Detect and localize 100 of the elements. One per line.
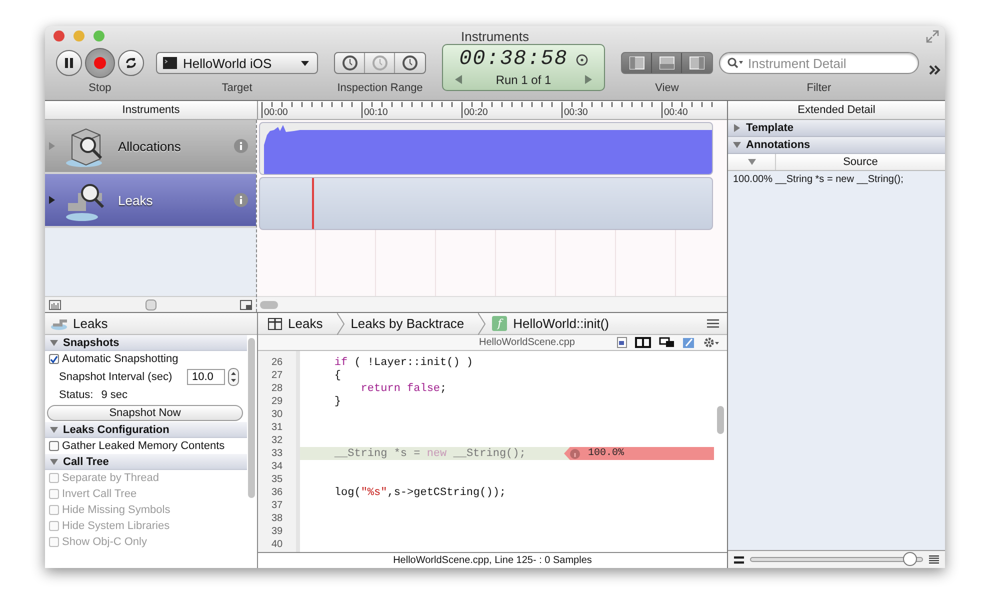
scrollbar-thumb[interactable]	[260, 300, 278, 308]
instrument-name: Leaks	[118, 192, 154, 208]
line-number: 34	[270, 460, 284, 473]
scrollbar-thumb[interactable]	[717, 406, 724, 434]
info-icon[interactable]	[234, 193, 248, 207]
line-number: 26	[270, 356, 284, 369]
collapse-triangle-icon	[50, 426, 58, 434]
file-icon[interactable]	[617, 337, 627, 348]
menu-icon[interactable]	[707, 319, 719, 328]
clock-icon	[402, 55, 418, 71]
collapse-triangle-icon	[748, 158, 756, 166]
target-popup[interactable]: HelloWorld iOS	[156, 52, 318, 74]
loop-button[interactable]	[118, 50, 144, 76]
fullscreen-icon[interactable]	[926, 30, 939, 43]
gear-icon[interactable]	[703, 337, 719, 348]
time-label: 00:40	[664, 107, 688, 118]
line-number: 32	[270, 434, 284, 447]
expand-triangle-icon	[733, 124, 741, 132]
search-icon[interactable]	[727, 57, 743, 69]
overflow-chevron-icon[interactable]	[929, 65, 941, 75]
time-label: 00:20	[464, 107, 488, 118]
scrollbar-thumb[interactable]	[248, 338, 255, 498]
line-number: 35	[270, 473, 284, 486]
filter-label: Filter	[806, 82, 832, 94]
leak-marker	[312, 178, 314, 229]
line-number: 33	[270, 447, 284, 460]
stepper-arrows-icon	[231, 371, 236, 383]
pause-icon	[65, 58, 73, 68]
collapse-triangle-icon	[50, 338, 58, 346]
previous-run-icon[interactable]	[454, 75, 462, 84]
function-icon: f	[492, 316, 508, 331]
zoom-slider-thumb[interactable]	[903, 552, 918, 566]
run-label: Run 1 of 1	[496, 72, 552, 86]
line-number: 29	[270, 395, 284, 408]
layout-icon	[658, 56, 674, 70]
instrument-row[interactable]: Allocations	[45, 120, 256, 174]
pause-button[interactable]	[56, 50, 82, 76]
breadcrumb[interactable]: f HelloWorld::init()	[486, 312, 623, 334]
grid-icon	[268, 318, 282, 330]
expand-triangle-icon	[48, 142, 56, 150]
segmented-control[interactable]	[621, 52, 713, 74]
record-button[interactable]	[85, 48, 115, 78]
breadcrumb[interactable]: Leaks	[262, 312, 337, 334]
stop-label: Stop	[88, 82, 112, 94]
line-number: 31	[270, 421, 284, 434]
instruments-header: Instruments	[45, 101, 258, 119]
section-header[interactable]: Template	[728, 120, 945, 137]
section-header[interactable]: Leaks Configuration	[45, 422, 247, 438]
leaks-small-icon	[51, 318, 67, 330]
interval-field[interactable]: 10.0	[187, 369, 225, 385]
code-line: {	[333, 370, 342, 382]
detail-title: Leaks	[73, 316, 108, 331]
panel-icon[interactable]	[240, 300, 252, 310]
code-line: if ( !Layer::init() )	[333, 356, 474, 368]
line-number: 40	[270, 538, 284, 551]
snapshot-button[interactable]: Snapshot Now	[47, 404, 243, 420]
annotation-row[interactable]: 100.00% __String *s = new __String();	[728, 171, 945, 188]
compact-rows-icon[interactable]	[734, 556, 744, 564]
instrument-row[interactable]: Leaks	[45, 174, 256, 228]
time-label: 00:30	[564, 107, 588, 118]
code-line: return false;	[360, 382, 447, 394]
section-header[interactable]: Call Tree	[45, 454, 247, 470]
chevron-separator-icon	[336, 312, 345, 334]
info-icon[interactable]	[234, 139, 248, 153]
record-dot-icon	[94, 57, 106, 69]
split-view-icon[interactable]	[635, 337, 651, 348]
clock-icon	[342, 55, 358, 71]
window-title: Instruments	[461, 29, 529, 44]
target-label: Target	[222, 82, 252, 94]
layout-icon	[689, 56, 705, 70]
layout-icon	[628, 56, 644, 70]
section-header[interactable]: Snapshots	[45, 335, 247, 351]
status-value: 9 sec	[101, 389, 128, 401]
segmented-control[interactable]	[334, 52, 426, 74]
windows-icon[interactable]	[659, 337, 675, 348]
status-bar: HelloWorldScene.cpp, Line 125- : 0 Samples	[258, 552, 727, 568]
line-number: 28	[270, 382, 284, 395]
expanded-rows-icon[interactable]	[929, 555, 939, 564]
edit-icon[interactable]	[683, 336, 695, 348]
code-line: log("%s",s->getCString());	[333, 486, 506, 498]
checkbox[interactable]: Automatic Snapshotting	[49, 353, 178, 365]
clock-icon[interactable]	[576, 54, 588, 66]
stepper-button[interactable]	[228, 368, 239, 386]
code-line: __String *s = new __String();	[333, 448, 526, 460]
filter-field[interactable]: Instrument Detail	[719, 52, 919, 74]
collapse-triangle-icon	[50, 458, 58, 466]
line-number: 37	[270, 499, 284, 512]
window-controls-icon[interactable]	[53, 30, 107, 42]
code-line: }	[333, 396, 342, 408]
checkbox[interactable]: Gather Leaked Memory Contents	[49, 440, 225, 452]
next-run-icon[interactable]	[585, 75, 592, 84]
file-name[interactable]: HelloWorldScene.cpp	[479, 337, 575, 348]
breadcrumb[interactable]: Leaks by Backtrace	[344, 312, 478, 334]
info-icon	[570, 448, 580, 458]
bar-chart-icon[interactable]	[49, 300, 61, 310]
instrument-name: Allocations	[118, 138, 182, 154]
section-header[interactable]: Annotations	[728, 137, 945, 154]
interval-label: Snapshot Interval (sec)	[59, 371, 172, 383]
chevron-separator-icon	[478, 312, 486, 334]
line-number: 36	[270, 486, 284, 499]
